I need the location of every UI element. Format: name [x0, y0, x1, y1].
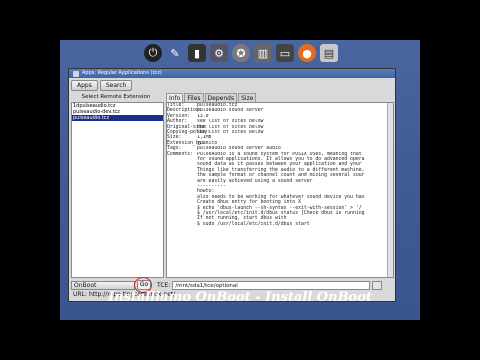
window-titlebar[interactable]: Apps: Regular Applications (tcz)	[69, 69, 395, 78]
bottom-bar: OnBoot Go TCE: /mnt/sda1/tce/optional	[71, 277, 395, 293]
video-frame: ⏻ ✎ ▮ ⚙ ✪ ▥ ▭ ● ▤ Apps: Regular Applicat…	[0, 0, 480, 360]
power-icon[interactable]: ⏻	[144, 44, 162, 62]
editor-icon[interactable]: ✎	[166, 44, 184, 62]
window-title: Apps: Regular Applications (tcz)	[82, 70, 162, 76]
comment-line: the sample format or channel count and m…	[197, 173, 365, 179]
tce-label: TCE:	[157, 281, 171, 289]
folder-icon[interactable]: ▤	[320, 44, 338, 62]
info-key: Comments:	[167, 151, 193, 157]
list-item-selected[interactable]: pulseaudio.tcz	[72, 115, 163, 121]
caption: Installiamo OnBoot - Install OnBoot	[108, 290, 372, 305]
firefox-icon[interactable]: ●	[298, 44, 316, 62]
terminal-icon[interactable]: ▮	[188, 44, 206, 62]
network-icon[interactable]: ▥	[254, 44, 272, 62]
search-button[interactable]: Search	[99, 80, 133, 91]
dock: ⏻ ✎ ▮ ⚙ ✪ ▥ ▭ ● ▤	[144, 42, 338, 64]
screen-icon[interactable]: ▭	[276, 44, 294, 62]
info-panel[interactable]: Title: pulseaudio.tcz Description: pulseaud…	[166, 102, 394, 278]
remote-extension-header: Select Remote Extension	[81, 94, 151, 100]
info-scrollbar[interactable]	[387, 103, 393, 277]
comment-line: sound data as it passes between your app…	[197, 162, 362, 168]
apps-icon[interactable]: ✪	[232, 44, 250, 62]
mode-select[interactable]: OnBoot	[71, 280, 135, 290]
desktop: ⏻ ✎ ▮ ⚙ ✪ ▥ ▭ ● ▤ Apps: Regular Applicat…	[60, 40, 420, 320]
toolbar: Apps Search	[71, 80, 133, 91]
settings-icon[interactable]: ⚙	[210, 44, 228, 62]
apps-button[interactable]: Apps	[71, 80, 98, 91]
extension-list[interactable]: 1dpulseaudio.tcz pulseaudio-dev.tcz puls…	[71, 102, 164, 278]
tce-browse-button[interactable]	[372, 280, 383, 290]
apps-window: Apps: Regular Applications (tcz) Apps Se…	[68, 68, 396, 302]
tce-path-field[interactable]: /mnt/sda1/tce/optional	[172, 280, 371, 290]
window-menu-icon[interactable]	[73, 70, 79, 77]
comment-line: $ sudo /usr/local/etc/init.d/dbus start	[197, 221, 310, 227]
